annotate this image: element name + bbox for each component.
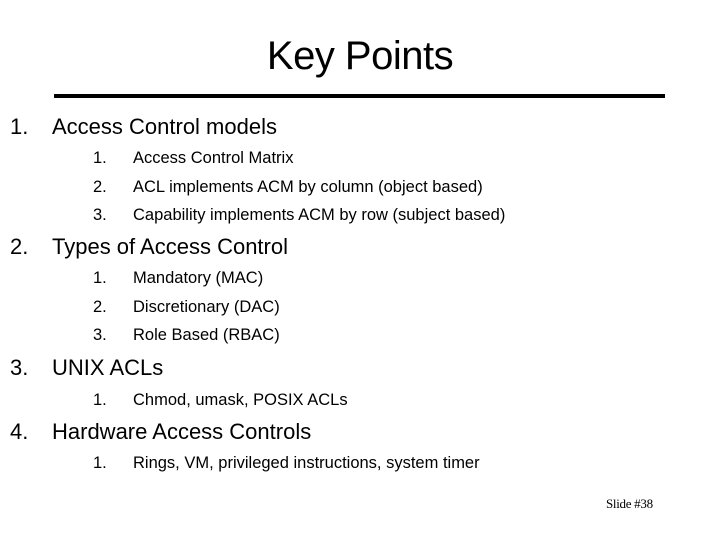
section-number: 4. [10, 419, 29, 444]
item-text: Role Based (RBAC) [133, 326, 280, 344]
item-text: Rings, VM, privileged instructions, syst… [133, 454, 480, 472]
section-number: 1. [10, 114, 29, 139]
item-number: 2. [93, 178, 107, 196]
slide-title: Key Points [266, 34, 454, 78]
section-number: 3. [10, 355, 29, 380]
section-title: Types of Access Control [52, 234, 288, 259]
section-title: Hardware Access Controls [52, 419, 312, 444]
item-number: 1. [93, 149, 107, 167]
item-number: 1. [93, 391, 107, 409]
section-title: UNIX ACLs [52, 355, 164, 380]
section-title: Access Control models [52, 114, 277, 139]
section-number: 2. [10, 234, 29, 259]
item-number: 2. [93, 298, 107, 316]
item-text: ACL implements ACM by column (object bas… [133, 178, 483, 196]
item-number: 1. [93, 269, 107, 287]
item-number: 3. [93, 326, 107, 344]
item-text: Chmod, umask, POSIX ACLs [133, 391, 348, 409]
item-number: 3. [93, 206, 107, 224]
item-text: Capability implements ACM by row (subjec… [133, 206, 506, 224]
item-text: Discretionary (DAC) [133, 298, 280, 316]
item-number: 1. [93, 454, 107, 472]
slide-number: Slide #38 [606, 496, 653, 511]
item-text: Mandatory (MAC) [133, 269, 264, 287]
item-text: Access Control Matrix [133, 149, 294, 167]
title-divider [54, 94, 665, 98]
